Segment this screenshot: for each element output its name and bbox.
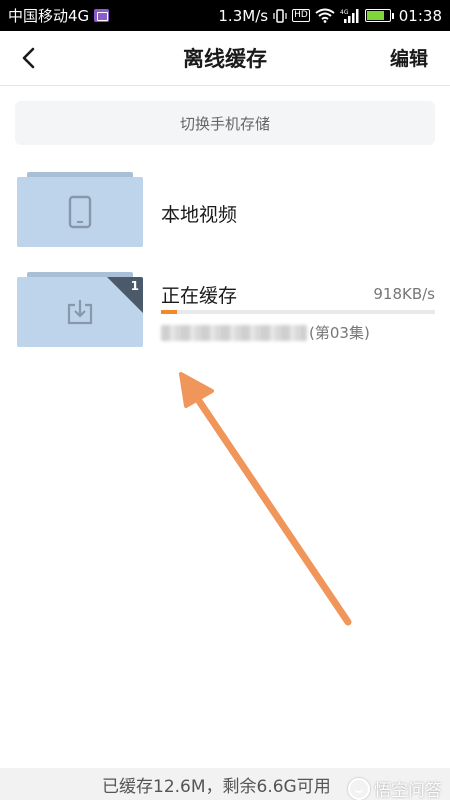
back-arrow-icon[interactable] [14, 43, 44, 73]
local-video-folder [17, 172, 143, 247]
status-bar: 中国移动4G 1.3M/s HD 4G 01:38 [0, 0, 450, 31]
page-title: 离线缓存 [183, 47, 267, 71]
clock-text: 01:38 [398, 6, 442, 25]
battery-icon [364, 9, 394, 22]
badge-count: 1 [130, 279, 139, 293]
status-right: 1.3M/s HD 4G 01:38 [218, 7, 442, 25]
local-video-label: 本地视频 [161, 204, 238, 226]
edit-button[interactable]: 编辑 [390, 44, 428, 71]
wifi-icon [315, 8, 335, 23]
caching-folder: 1 [17, 272, 143, 347]
watermark: 悟空问答 [348, 776, 442, 800]
caching-label: 正在缓存 [161, 285, 238, 307]
header-divider [0, 85, 450, 86]
watermark-text: 悟空问答 [374, 781, 442, 800]
caching-item[interactable]: 1 正在缓存 918KB/s (第03集) [0, 270, 450, 350]
hd-voice-icon: HD [292, 9, 310, 22]
vibrate-icon [273, 8, 287, 23]
storage-summary: 已缓存12.6M，剩余6.6G可用 [102, 776, 331, 797]
signal-network-label: 4G [340, 9, 349, 16]
download-progress-bar [161, 310, 435, 314]
carrier-text: 中国移动4G [8, 7, 90, 25]
app-header: 离线缓存 编辑 [0, 31, 450, 85]
signal-icon: 4G [340, 8, 359, 23]
status-left: 中国移动4G [8, 5, 110, 26]
message-notification-icon [94, 9, 110, 22]
local-video-item[interactable]: 本地视频 [0, 172, 450, 252]
network-speed-text: 1.3M/s [218, 6, 269, 25]
caching-episode: (第03集) [161, 322, 370, 343]
switch-storage-button[interactable]: 切换手机存储 [15, 101, 435, 145]
episode-number: (第03集) [309, 324, 370, 342]
download-speed: 918KB/s [373, 285, 435, 303]
wukong-logo-icon [348, 777, 370, 800]
download-icon [67, 300, 93, 325]
phone-icon [68, 195, 92, 229]
download-progress-fill [161, 310, 178, 314]
blurred-title [161, 324, 307, 341]
